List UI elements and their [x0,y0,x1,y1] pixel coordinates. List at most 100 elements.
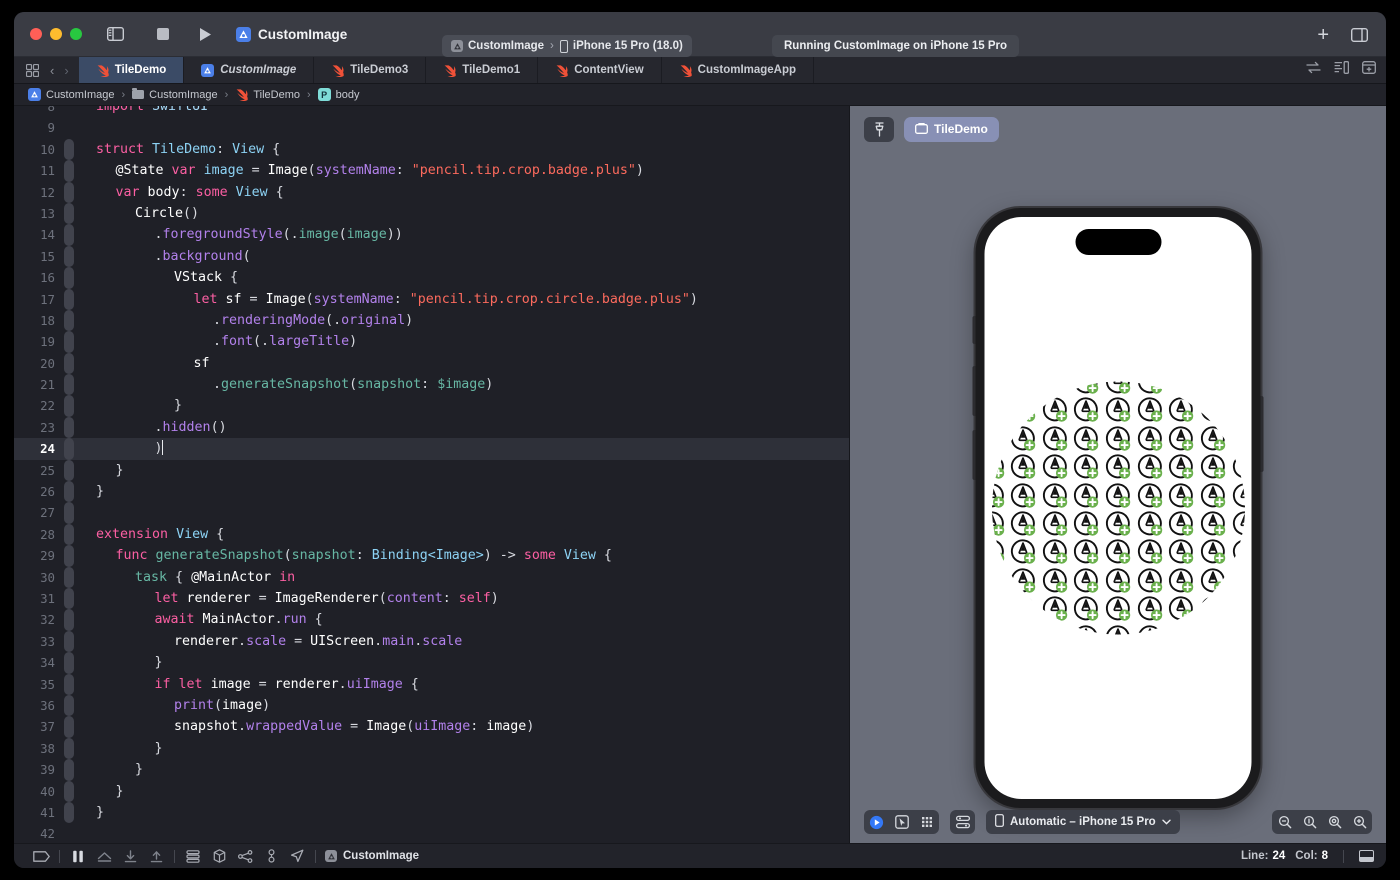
code-fold-ribbon[interactable] [64,694,74,717]
code-fold-ribbon[interactable] [64,673,74,695]
code-fold-ribbon[interactable] [64,737,74,760]
pointer-frame-icon[interactable] [889,810,914,834]
zoom-in-icon[interactable] [1347,810,1372,834]
code-fold-ribbon[interactable] [64,780,74,802]
step-over-icon[interactable] [91,845,117,867]
code-line[interactable]: 35 if let image = renderer.uiImage { [14,673,849,695]
code-fold-ribbon[interactable] [64,181,74,203]
tab-overview-icon[interactable] [24,58,40,82]
close-window-button[interactable] [30,28,42,40]
code-line[interactable]: 34} [14,652,849,674]
code-fold-ribbon[interactable] [64,267,74,289]
scheme-selector[interactable]: CustomImage [236,26,347,42]
code-fold-ribbon[interactable] [64,716,74,738]
code-line[interactable]: 15 .background( [14,245,849,268]
code-line[interactable]: 28 extension View { [14,523,849,546]
location-arrow-icon[interactable] [284,845,310,867]
code-line[interactable]: 20 sf [14,352,849,375]
compare-versions-icon[interactable] [1306,61,1321,79]
code-fold-ribbon[interactable] [64,106,74,117]
tab-tiledemo[interactable]: TileDemo [78,57,185,83]
step-into-icon[interactable] [117,845,143,867]
code-line[interactable]: 12 var body: some View { [14,181,849,203]
minimize-window-button[interactable] [50,28,62,40]
minimap-toggle-icon[interactable] [1334,61,1350,79]
code-line[interactable]: 36 print(image) [14,694,849,717]
navigate-back-icon[interactable]: ‹ [50,63,54,78]
zoom-out-icon[interactable] [1272,810,1297,834]
code-line[interactable]: 32 await MainActor.run { [14,609,849,631]
code-line[interactable]: 26} [14,481,849,503]
code-fold-ribbon[interactable] [64,160,74,182]
code-fold-ribbon[interactable] [64,481,74,503]
code-line[interactable]: 30 task { @MainActor in [14,566,849,588]
code-line[interactable]: 11 @State var image = Image(systemName: "… [14,160,849,182]
code-line[interactable]: 14 .foregroundStyle(.image(image)) [14,224,849,246]
console-toggle-icon[interactable] [1359,850,1374,862]
code-fold-ribbon[interactable] [64,374,74,396]
tab-contentview[interactable]: ContentView [538,57,662,83]
grid-dots-icon[interactable] [914,810,939,834]
code-line[interactable]: 10 struct TileDemo: View { [14,138,849,161]
run-destination-selector[interactable]: CustomImage › iPhone 15 Pro (18.0) [442,35,692,57]
zoom-actual-icon[interactable] [1322,810,1347,834]
code-line[interactable]: 29 func generateSnapshot(snapshot: Bindin… [14,545,849,567]
code-fold-ribbon[interactable] [64,416,74,439]
code-line[interactable]: 23 .hidden() [14,416,849,439]
run-button[interactable] [192,22,218,46]
code-line[interactable]: 22} [14,395,849,417]
code-fold-ribbon[interactable] [64,759,74,781]
code-fold-ribbon[interactable] [64,224,74,246]
tab-customimage[interactable]: CustomImage [184,57,315,83]
code-fold-ribbon[interactable] [64,352,74,375]
maximize-window-button[interactable] [70,28,82,40]
toggle-inspector-icon[interactable] [1346,23,1372,47]
code-line[interactable]: 9 [14,117,849,138]
code-fold-ribbon[interactable] [64,202,74,225]
code-line[interactable]: 8 import SwiftUI [14,106,849,117]
code-line[interactable]: 21 .generateSnapshot(snapshot: $image) [14,374,849,396]
code-fold-ribbon[interactable] [64,801,74,824]
device-selector[interactable]: Automatic – iPhone 15 Pro [986,810,1180,834]
code-fold-ribbon[interactable] [64,523,74,546]
breadcrumb-item-body[interactable]: Pbody [317,88,360,101]
code-editor[interactable]: 8 import SwiftUI 9 10 struct TileDemo: View … [14,106,850,843]
code-line[interactable]: 33 renderer.scale = UIScreen.main.scale [14,630,849,653]
code-fold-ribbon[interactable] [64,652,74,674]
device-settings-icon[interactable] [950,810,975,834]
code-fold-ribbon[interactable] [64,395,74,417]
code-line[interactable]: 38} [14,737,849,760]
code-fold-ribbon[interactable] [64,609,74,631]
code-fold-ribbon[interactable] [64,438,74,460]
breadcrumb-item-customimage[interactable]: CustomImage [132,87,218,101]
breakpoint-icon[interactable] [28,845,54,867]
toggle-navigator-icon[interactable] [102,22,128,46]
pin-icon[interactable] [864,116,894,142]
breadcrumb-item-tiledemo[interactable]: TileDemo [235,88,300,101]
code-line[interactable]: 41} [14,801,849,824]
preview-variant-chip[interactable]: TileDemo [904,116,999,142]
code-fold-ribbon[interactable] [64,545,74,567]
stack-layers-icon[interactable] [180,845,206,867]
code-fold-ribbon[interactable] [64,566,74,588]
environment-icon[interactable] [258,845,284,867]
add-editor-pane-icon[interactable] [1362,61,1376,79]
tab-tiledemo3[interactable]: TileDemo3 [314,57,427,83]
code-line[interactable]: 27 [14,502,849,524]
pause-icon[interactable] [65,845,91,867]
code-fold-ribbon[interactable] [64,587,74,610]
code-fold-ribbon[interactable] [64,502,74,524]
code-line[interactable]: 17 let sf = Image(systemName: "pencil.tip… [14,288,849,310]
code-line[interactable]: 39} [14,759,849,781]
play-circle-icon[interactable] [864,810,889,834]
tab-tiledemo1[interactable]: TileDemo1 [426,57,539,83]
code-line[interactable]: 42 [14,823,849,843]
code-line[interactable]: 40} [14,780,849,802]
code-line[interactable]: 16 VStack { [14,267,849,289]
code-line[interactable]: 24) [14,438,849,460]
memory-graph-icon[interactable] [232,845,258,867]
navigate-forward-icon[interactable]: › [64,63,68,78]
cube-icon[interactable] [206,845,232,867]
tab-customimageapp[interactable]: CustomImageApp [662,57,815,83]
code-fold-ribbon[interactable] [64,117,74,138]
